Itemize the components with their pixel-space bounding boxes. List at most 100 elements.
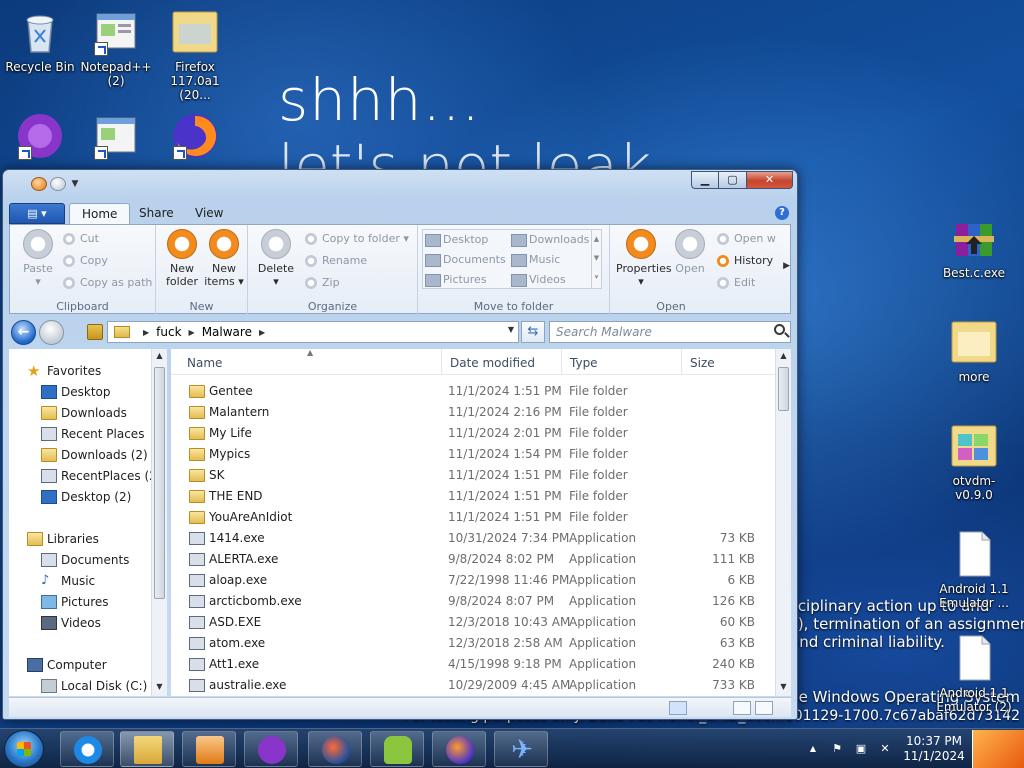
move-to-documents[interactable]: Documents	[423, 251, 506, 269]
desktop-icon-otvdm[interactable]: otvdm-v0.9.0	[934, 422, 1014, 502]
copy-to-folder-button[interactable]: Copy to folder ▾	[304, 231, 409, 247]
chevron-down-icon[interactable]: ▼	[69, 177, 81, 191]
desktop-icon-firefox[interactable]	[155, 112, 235, 168]
scroll-thumb[interactable]	[154, 367, 165, 599]
tab-view[interactable]: View	[183, 203, 235, 225]
table-row[interactable]: Malantern 11/1/2024 2:16 PM File folder	[171, 402, 775, 423]
table-row[interactable]: THE END 11/1/2024 1:51 PM File folder	[171, 486, 775, 507]
rename-button[interactable]: Rename	[304, 253, 367, 269]
up-folder-icon[interactable]	[87, 324, 103, 340]
scroll-up-icon[interactable]: ▲	[152, 349, 167, 363]
maximize-button[interactable]: ▢	[719, 171, 747, 189]
table-row[interactable]: SK 11/1/2024 1:51 PM File folder	[171, 465, 775, 486]
action-center-icon[interactable]: ⚑	[830, 742, 844, 756]
new-folder-quick-icon[interactable]	[50, 177, 66, 191]
column-date-modified[interactable]: Date modified	[441, 349, 561, 375]
desktop-icon-firefox-folder[interactable]: Firefox 117.0a1 (20...	[155, 8, 235, 102]
nav-videos[interactable]: Videos	[9, 613, 101, 633]
table-row[interactable]: Gentee 11/1/2024 1:51 PM File folder	[171, 381, 775, 402]
desktop-icon-android-emulator[interactable]: Android 1.1 Emulator ...	[934, 530, 1014, 610]
new-items-button[interactable]: New items ▾	[204, 229, 244, 288]
desktop-icon-recycle-bin[interactable]: Recycle Bin	[0, 8, 80, 74]
move-to-downloads[interactable]: Downloads	[509, 231, 589, 249]
breadcrumb-malware[interactable]: Malware	[202, 325, 252, 339]
delete-button[interactable]: Delete ▾	[256, 229, 296, 288]
preview-pane-button[interactable]	[755, 701, 773, 715]
cut-button[interactable]: Cut	[62, 231, 99, 247]
nav-desktop-2[interactable]: Desktop (2)	[9, 487, 131, 507]
taskbar-purple-app[interactable]	[244, 731, 298, 767]
large-icons-view-button[interactable]	[733, 701, 751, 715]
move-to-pictures[interactable]: Pictures	[423, 271, 487, 289]
move-to-desktop[interactable]: Desktop	[423, 231, 488, 249]
move-to-music[interactable]: Music	[509, 251, 560, 269]
nav-computer[interactable]: Computer	[9, 655, 107, 675]
nav-local-disk[interactable]: Local Disk (C:)	[9, 676, 147, 696]
table-row[interactable]: My Life 11/1/2024 2:01 PM File folder	[171, 423, 775, 444]
chevron-right-icon[interactable]: ▶	[143, 328, 149, 337]
taskbar-android[interactable]	[370, 731, 424, 767]
taskbar-internet-explorer[interactable]	[60, 731, 114, 767]
network-icon[interactable]: ▣	[854, 742, 868, 756]
nav-recent-places-2[interactable]: RecentPlaces (2)	[9, 466, 161, 486]
table-row[interactable]: aloap.exe 7/22/1998 11:46 PM Application 6 …	[171, 570, 775, 591]
nav-scrollbar[interactable]: ▲ ▼	[151, 349, 167, 696]
nav-downloads[interactable]: Downloads	[9, 403, 127, 423]
nav-documents[interactable]: Documents	[9, 550, 129, 570]
open-button[interactable]: Open	[670, 229, 710, 275]
address-bar[interactable]: ▶ fuck ▶ Malware ▶ ▼	[107, 321, 519, 343]
minimize-button[interactable]: ▁	[691, 171, 719, 189]
scroll-down-icon[interactable]: ▼	[776, 680, 791, 694]
history-button[interactable]: History	[716, 253, 773, 269]
table-row[interactable]: ALERTA.exe 9/8/2024 8:02 PM Application 111…	[171, 549, 775, 570]
table-row[interactable]: 1414.exe 10/31/2024 7:34 PM Application 73 …	[171, 528, 775, 549]
open-with-button[interactable]: Open w	[716, 231, 776, 247]
start-button[interactable]	[4, 730, 44, 768]
volume-muted-icon[interactable]: ✕	[878, 742, 892, 756]
table-row[interactable]: australie.exe 10/29/2009 4:45 AM Applicati…	[171, 675, 775, 696]
table-row[interactable]: arcticbomb.exe 9/8/2024 8:07 PM Applicatio…	[171, 591, 775, 612]
copy-as-path-button[interactable]: Copy as path	[62, 275, 152, 291]
taskbar-pale-moon[interactable]	[308, 731, 362, 767]
nav-pictures[interactable]: Pictures	[9, 592, 109, 612]
scroll-down-icon[interactable]: ▼	[152, 680, 167, 694]
desktop-icon-more-folder[interactable]: more	[934, 318, 1014, 384]
taskbar-firefox[interactable]	[432, 731, 486, 767]
show-desktop-button[interactable]	[972, 730, 1024, 768]
table-row[interactable]: atom.exe 12/3/2018 2:58 AM Application 63 K…	[171, 633, 775, 654]
chevron-down-icon[interactable]: ▼	[508, 325, 514, 334]
desktop-icon-best-c-exe[interactable]: Best.c.exe	[934, 214, 1014, 280]
scroll-up-icon[interactable]: ▲	[776, 349, 791, 363]
search-input[interactable]: Search Malware	[549, 321, 791, 343]
clock[interactable]: 10:37 PM 11/1/2024	[902, 734, 966, 764]
nav-recent-places[interactable]: Recent Places	[9, 424, 144, 444]
title-bar[interactable]: ▼ ▁ ▢ ✕	[3, 170, 797, 196]
forward-button[interactable]	[39, 320, 64, 345]
column-size[interactable]: Size	[681, 349, 775, 375]
back-button[interactable]: ←	[11, 320, 36, 345]
table-row[interactable]: Att1.exe 4/15/1998 9:18 PM Application 240 …	[171, 654, 775, 675]
nav-libraries[interactable]: Libraries	[9, 529, 99, 549]
chevron-right-icon[interactable]: ▶	[189, 328, 195, 337]
desktop-icon-notepadpp[interactable]: Notepad++ (2)	[76, 8, 156, 88]
copy-button[interactable]: Copy	[62, 253, 108, 269]
details-view-button[interactable]	[669, 701, 687, 715]
column-type[interactable]: Type	[561, 349, 681, 375]
nav-downloads-2[interactable]: Downloads (2)	[9, 445, 148, 465]
taskbar-bird-app[interactable]: ✈	[494, 731, 548, 767]
chevron-right-icon[interactable]: ▶	[783, 261, 790, 271]
tray-expand-icon[interactable]: ▲	[806, 742, 820, 756]
desktop-icon-android-emulator-2[interactable]: Android 1.1 Emulator (2)	[934, 634, 1014, 714]
tab-home[interactable]: Home	[69, 203, 131, 225]
desktop-icon-purple-app[interactable]	[0, 112, 80, 168]
zip-button[interactable]: Zip	[304, 275, 340, 291]
table-row[interactable]: Mypics 11/1/2024 1:54 PM File folder	[171, 444, 775, 465]
nav-desktop[interactable]: Desktop	[9, 382, 111, 402]
move-to-videos[interactable]: Videos	[509, 271, 566, 289]
desktop-icon-notepad-2[interactable]	[76, 112, 156, 168]
file-menu-button[interactable]: ▤ ▾	[9, 203, 65, 224]
nav-music[interactable]: ♪ Music	[9, 571, 95, 591]
nav-favorites[interactable]: ★ Favorites	[9, 361, 101, 381]
paste-button[interactable]: Paste ▾	[18, 229, 58, 288]
gallery-scroll[interactable]: ▲ ▼ ▾	[591, 230, 601, 288]
